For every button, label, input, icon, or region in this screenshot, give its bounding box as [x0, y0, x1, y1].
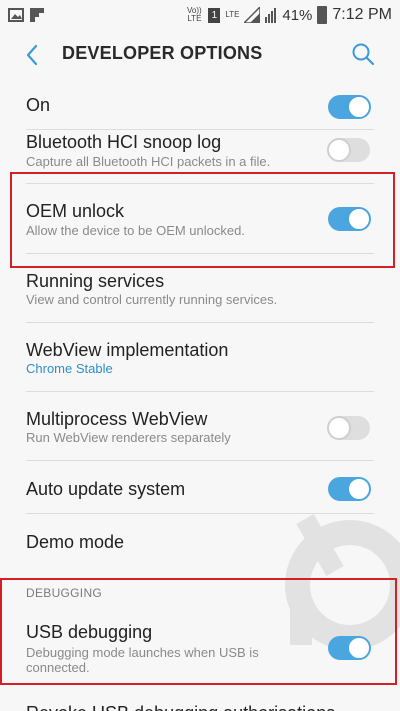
search-icon[interactable]	[350, 41, 376, 67]
lte-indicator: LTE	[225, 11, 239, 19]
app-bar: DEVELOPER OPTIONS	[0, 30, 400, 80]
item-subtitle: View and control currently running servi…	[26, 292, 278, 307]
master-toggle-switch[interactable]	[328, 95, 371, 119]
battery-percent: 41%	[282, 6, 313, 24]
switch-knob	[347, 95, 371, 119]
item-title: Demo mode	[26, 532, 125, 552]
status-right: Vo)) LTE 1 LTE 41% 7:12 PM	[185, 6, 392, 24]
status-bar: Vo)) LTE 1 LTE 41% 7:12 PM	[0, 0, 400, 30]
item-title: Multiprocess WebView	[26, 409, 208, 429]
sim-indicator: 1	[208, 7, 221, 23]
debugging-highlight-box	[0, 578, 397, 685]
switch-knob	[327, 416, 351, 440]
list-item-webview-implementation[interactable]: WebView implementation Chrome Stable	[0, 323, 400, 391]
developer-options-master-toggle-row[interactable]: On	[0, 83, 400, 129]
item-title: Revoke USB debugging authorisations	[26, 703, 335, 711]
clock: 7:12 PM	[332, 6, 392, 23]
switch-knob	[327, 138, 351, 162]
gallery-icon	[8, 8, 24, 22]
item-subtitle: Run WebView renderers separately	[26, 430, 231, 445]
signal-icon	[244, 7, 261, 23]
status-left	[8, 8, 44, 22]
signal-bars-icon	[265, 8, 277, 23]
item-subtitle: Chrome Stable	[26, 361, 113, 376]
item-title: Running services	[26, 271, 165, 291]
back-arrow-icon[interactable]	[20, 40, 44, 70]
item-title: Bluetooth HCI snoop log	[26, 132, 222, 152]
list-item-revoke-usb-debugging[interactable]: Revoke USB debugging authorisations	[0, 690, 400, 711]
item-title: WebView implementation	[26, 340, 229, 360]
lte-label: LTE	[225, 10, 240, 19]
flipboard-icon	[30, 8, 44, 22]
multiprocess-webview-toggle[interactable]	[327, 416, 370, 440]
page-title: DEVELOPER OPTIONS	[62, 43, 263, 63]
master-divider	[26, 129, 374, 130]
battery-icon	[317, 6, 328, 24]
volte-indicator: Vo)) LTE	[187, 6, 202, 23]
item-title: Auto update system	[26, 479, 186, 499]
item-subtitle: Capture all Bluetooth HCI packets in a f…	[26, 154, 271, 169]
list-item-running-services[interactable]: Running services View and control curren…	[0, 254, 400, 322]
bluetooth-hci-toggle[interactable]	[327, 138, 370, 162]
master-toggle-label: On	[26, 95, 51, 115]
list-item-multiprocess-webview[interactable]: Multiprocess WebView Run WebView rendere…	[0, 392, 400, 460]
